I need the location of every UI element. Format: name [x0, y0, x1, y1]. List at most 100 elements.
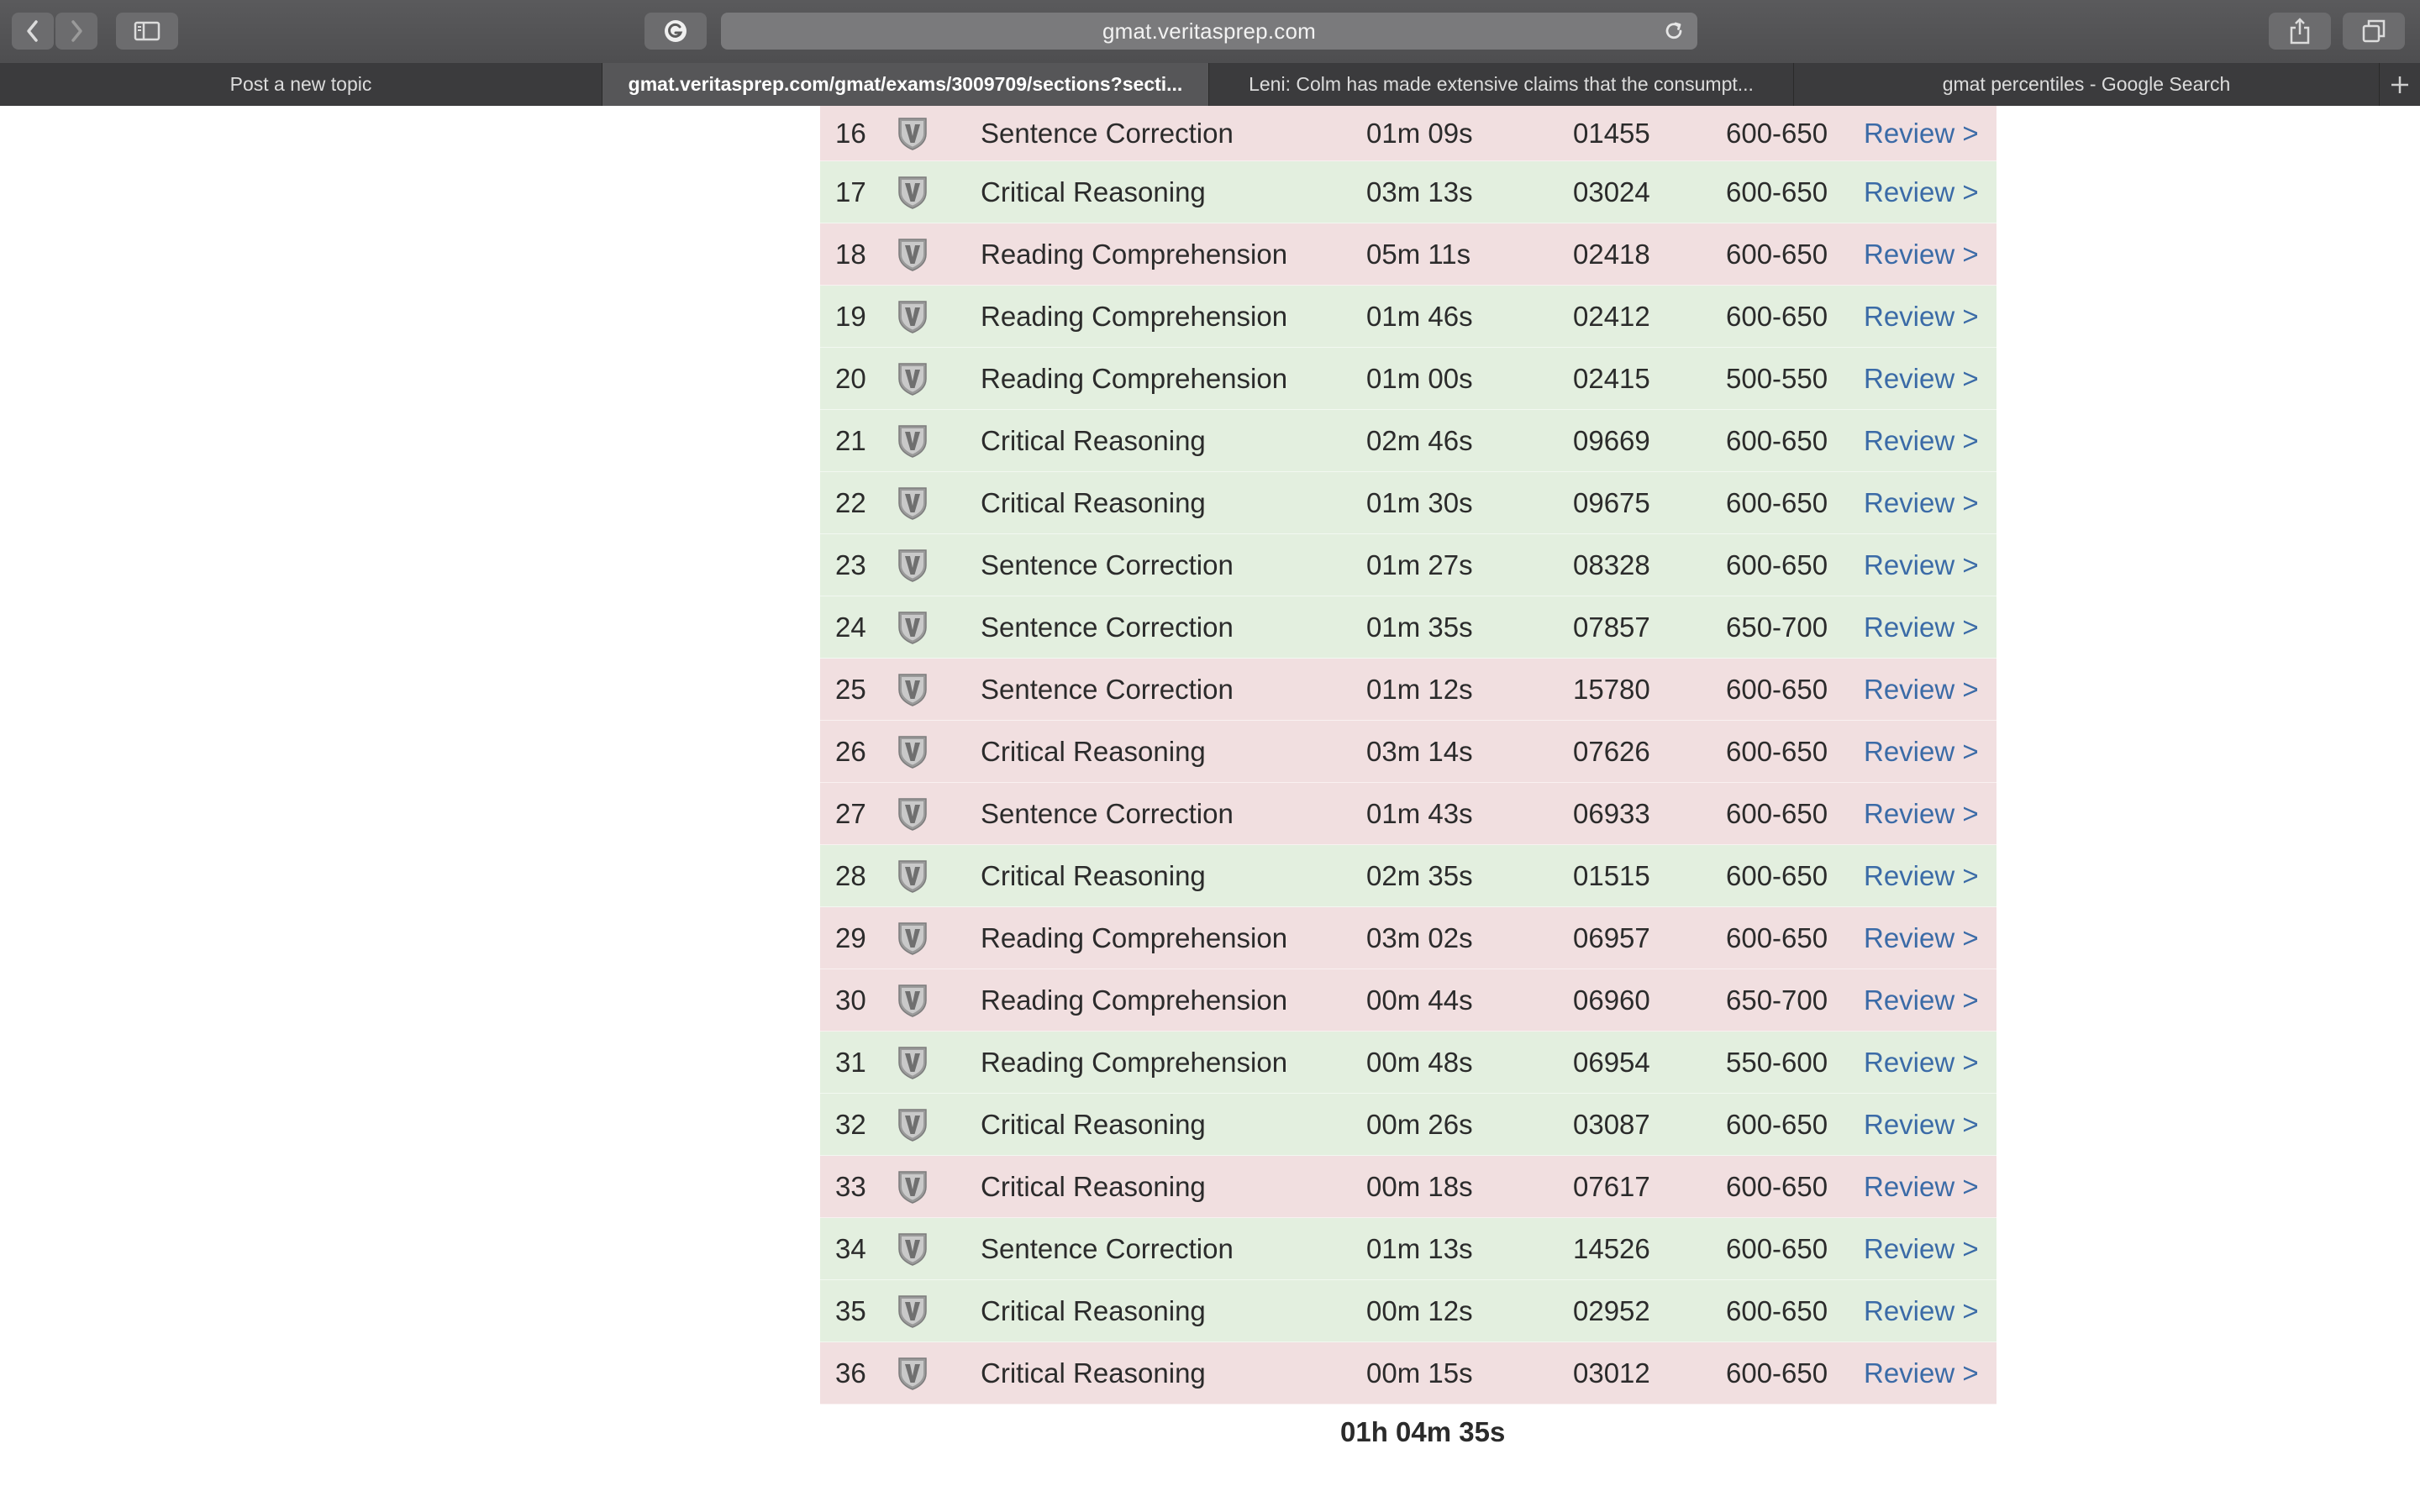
- question-id: 01515: [1573, 859, 1650, 891]
- difficulty-range: 600-650: [1726, 921, 1828, 953]
- question-number: 24: [835, 611, 866, 643]
- question-type: Sentence Correction: [981, 117, 1234, 149]
- difficulty-range: 650-700: [1726, 611, 1828, 643]
- new-tab-button[interactable]: [2380, 63, 2420, 106]
- review-link[interactable]: Review >: [1864, 1357, 1979, 1389]
- share-button[interactable]: [2269, 13, 2331, 50]
- time-spent: 01m 09s: [1366, 117, 1473, 149]
- time-spent: 01m 00s: [1366, 362, 1473, 394]
- review-link[interactable]: Review >: [1864, 239, 1979, 270]
- review-link[interactable]: Review >: [1864, 1109, 1979, 1141]
- address-bar[interactable]: gmat.veritasprep.com: [721, 13, 1697, 50]
- time-spent: 00m 26s: [1366, 1108, 1473, 1140]
- tab-veritas-sections[interactable]: gmat.veritasprep.com/gmat/exams/3009709/…: [602, 63, 1209, 106]
- reload-icon[interactable]: [1662, 19, 1686, 47]
- question-type: Critical Reasoning: [981, 486, 1206, 518]
- review-link[interactable]: Review >: [1864, 425, 1979, 457]
- forward-button[interactable]: [55, 13, 97, 50]
- review-link[interactable]: Review >: [1864, 984, 1979, 1016]
- tab-label: gmat.veritasprep.com/gmat/exams/3009709/…: [628, 73, 1183, 95]
- difficulty-range: 600-650: [1726, 673, 1828, 705]
- back-button[interactable]: [12, 13, 54, 50]
- question-number: 18: [835, 238, 866, 270]
- question-type: Reading Comprehension: [981, 921, 1288, 953]
- review-link[interactable]: Review >: [1864, 860, 1979, 892]
- review-link[interactable]: Review >: [1864, 1171, 1979, 1203]
- time-spent: 00m 15s: [1366, 1357, 1473, 1389]
- table-row: 22 Critical Reasoning 01m 30s 09675 600-…: [820, 472, 1996, 534]
- question-number: 34: [835, 1232, 866, 1264]
- tab-label: Leni: Colm has made extensive claims tha…: [1249, 73, 1754, 95]
- question-type: Reading Comprehension: [981, 300, 1288, 332]
- review-link[interactable]: Review >: [1864, 1233, 1979, 1265]
- veritas-shield-icon: [894, 1168, 931, 1205]
- question-type: Sentence Correction: [981, 1232, 1234, 1264]
- veritas-shield-icon: [894, 920, 931, 957]
- question-type: Sentence Correction: [981, 611, 1234, 643]
- difficulty-range: 550-600: [1726, 1046, 1828, 1078]
- difficulty-range: 500-550: [1726, 362, 1828, 394]
- review-link[interactable]: Review >: [1864, 301, 1979, 333]
- review-link[interactable]: Review >: [1864, 922, 1979, 954]
- question-type: Sentence Correction: [981, 673, 1234, 705]
- question-number: 22: [835, 486, 866, 518]
- time-spent: 01m 12s: [1366, 673, 1473, 705]
- table-row: 35 Critical Reasoning 00m 12s 02952 600-…: [820, 1280, 1996, 1342]
- veritas-shield-icon: [894, 1044, 931, 1081]
- question-number: 20: [835, 362, 866, 394]
- question-type: Reading Comprehension: [981, 984, 1288, 1016]
- question-type: Critical Reasoning: [981, 1294, 1206, 1326]
- table-row: 29 Reading Comprehension 03m 02s 06957 6…: [820, 907, 1996, 969]
- difficulty-range: 600-650: [1726, 1294, 1828, 1326]
- question-id: 08328: [1573, 549, 1650, 580]
- difficulty-range: 600-650: [1726, 486, 1828, 518]
- question-number: 25: [835, 673, 866, 705]
- difficulty-range: 600-650: [1726, 300, 1828, 332]
- review-link[interactable]: Review >: [1864, 736, 1979, 768]
- difficulty-range: 600-650: [1726, 1232, 1828, 1264]
- question-id: 15780: [1573, 673, 1650, 705]
- review-link[interactable]: Review >: [1864, 612, 1979, 643]
- question-id: 02418: [1573, 238, 1650, 270]
- review-link[interactable]: Review >: [1864, 487, 1979, 519]
- question-type: Critical Reasoning: [981, 1357, 1206, 1389]
- review-link[interactable]: Review >: [1864, 176, 1979, 208]
- tab-gmat-percentiles[interactable]: gmat percentiles - Google Search: [1794, 63, 2380, 106]
- review-link[interactable]: Review >: [1864, 363, 1979, 395]
- question-type: Critical Reasoning: [981, 1170, 1206, 1202]
- tab-leni-colm[interactable]: Leni: Colm has made extensive claims tha…: [1209, 63, 1794, 106]
- difficulty-range: 650-700: [1726, 984, 1828, 1016]
- table-row: 20 Reading Comprehension 01m 00s 02415 5…: [820, 348, 1996, 410]
- sidebar-toggle-button[interactable]: [116, 13, 178, 50]
- review-link[interactable]: Review >: [1864, 674, 1979, 706]
- review-link[interactable]: Review >: [1864, 1047, 1979, 1079]
- tab-post-new-topic[interactable]: Post a new topic: [0, 63, 602, 106]
- question-number: 26: [835, 735, 866, 767]
- question-type: Sentence Correction: [981, 549, 1234, 580]
- question-id: 02415: [1573, 362, 1650, 394]
- total-time: 01h 04m 35s: [1340, 1416, 1506, 1447]
- question-number: 21: [835, 424, 866, 456]
- question-id: 06933: [1573, 797, 1650, 829]
- question-number: 32: [835, 1108, 866, 1140]
- time-spent: 00m 12s: [1366, 1294, 1473, 1326]
- address-text: gmat.veritasprep.com: [1102, 18, 1316, 44]
- question-id: 03087: [1573, 1108, 1650, 1140]
- review-link[interactable]: Review >: [1864, 118, 1979, 150]
- table-row: 17 Critical Reasoning 03m 13s 03024 600-…: [820, 161, 1996, 223]
- review-link[interactable]: Review >: [1864, 1295, 1979, 1327]
- time-spent: 01m 46s: [1366, 300, 1473, 332]
- review-link[interactable]: Review >: [1864, 798, 1979, 830]
- grammarly-extension-button[interactable]: [644, 13, 707, 50]
- tab-bar: Post a new topic gmat.veritasprep.com/gm…: [0, 63, 2420, 107]
- veritas-shield-icon: [894, 671, 931, 708]
- review-link[interactable]: Review >: [1864, 549, 1979, 581]
- table-row: 27 Sentence Correction 01m 43s 06933 600…: [820, 783, 1996, 845]
- question-id: 03012: [1573, 1357, 1650, 1389]
- tabs-overview-button[interactable]: [2343, 13, 2405, 50]
- tab-label: gmat percentiles - Google Search: [1942, 73, 2231, 95]
- question-id: 03024: [1573, 176, 1650, 207]
- veritas-shield-icon: [894, 1355, 931, 1392]
- question-id: 02412: [1573, 300, 1650, 332]
- question-number: 28: [835, 859, 866, 891]
